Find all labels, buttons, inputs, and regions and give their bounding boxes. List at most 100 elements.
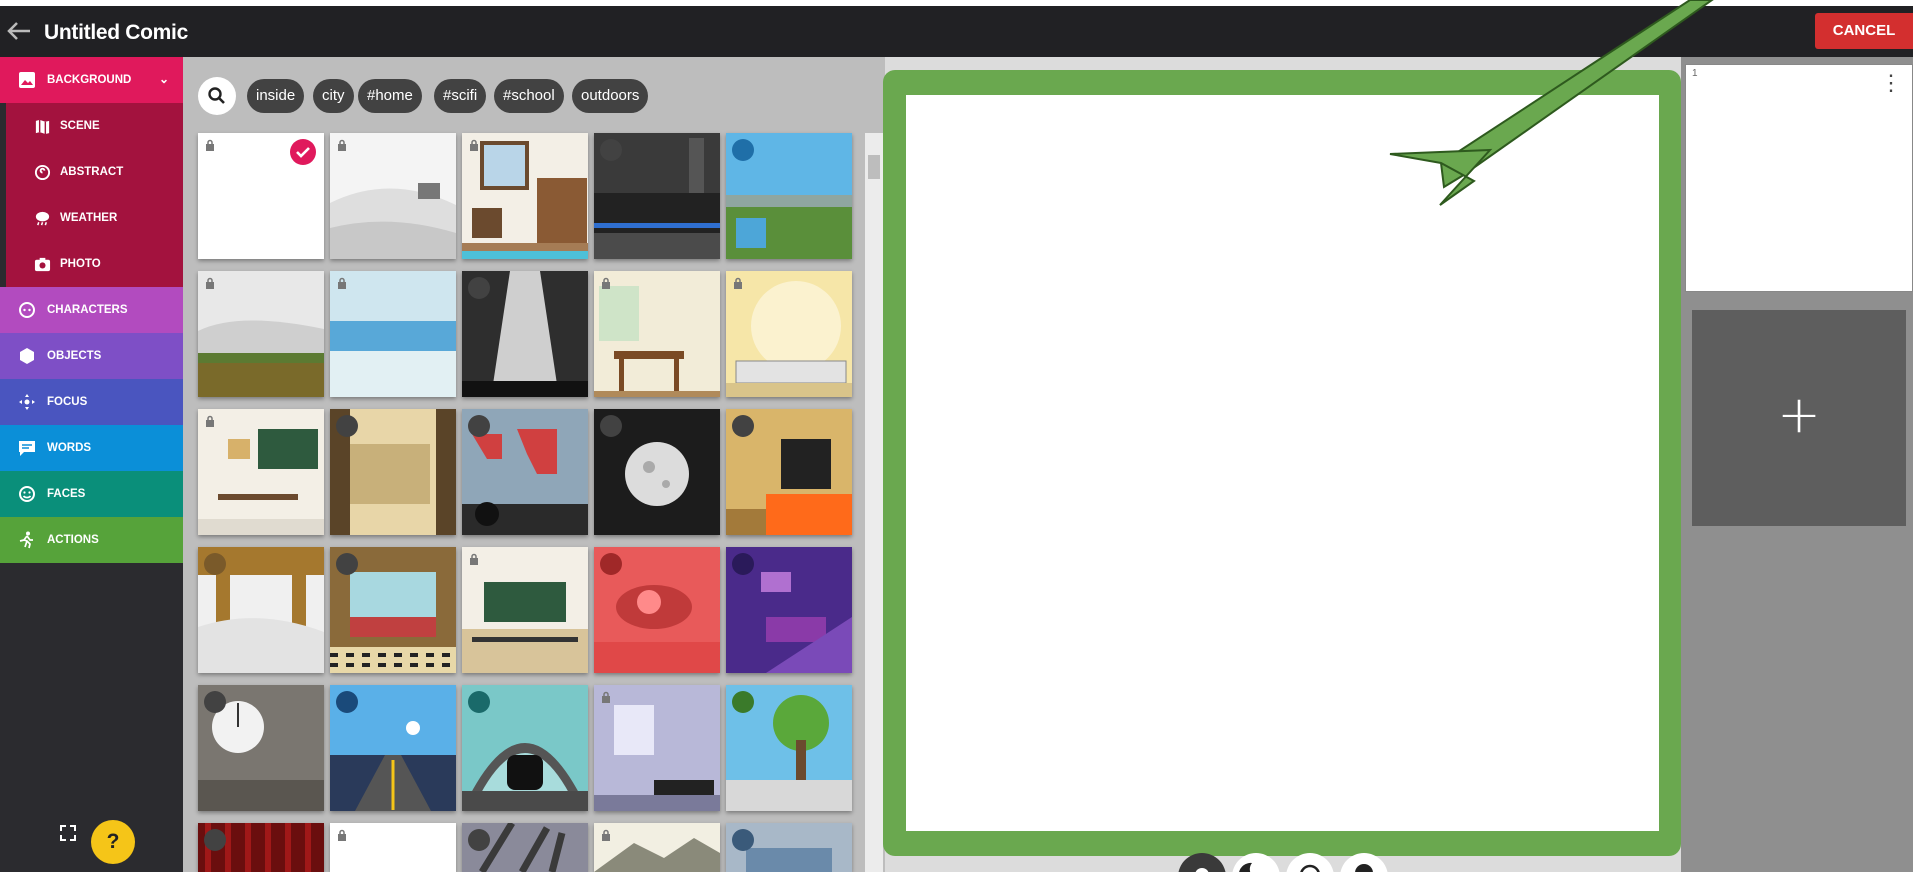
- nav-actions-label: ACTIONS: [47, 534, 99, 546]
- lock-icon: [602, 691, 610, 703]
- add-panel-button[interactable]: +: [1692, 310, 1906, 526]
- background-library: inside city #home #scifi #school outdoor…: [183, 57, 885, 872]
- lock-icon: [206, 139, 214, 151]
- page-thumbnail[interactable]: [1685, 64, 1913, 292]
- comic-title[interactable]: Untitled Comic: [44, 21, 188, 45]
- back-arrow-icon[interactable]: [6, 20, 32, 42]
- brightness-icon[interactable]: [1178, 853, 1226, 872]
- background-thumbnail[interactable]: [726, 133, 852, 259]
- tag-home[interactable]: #home: [358, 79, 422, 113]
- lock-icon: [338, 829, 346, 841]
- app-header: Untitled Comic CANCEL: [0, 6, 1913, 57]
- lock-icon: [206, 415, 214, 427]
- background-thumbnail[interactable]: [330, 271, 456, 397]
- nav-scene[interactable]: SCENE: [6, 103, 183, 149]
- character-face-icon: [19, 302, 35, 318]
- background-thumbnail[interactable]: [726, 823, 852, 872]
- lock-icon: [204, 553, 226, 575]
- nav-actions[interactable]: ACTIONS: [0, 517, 183, 563]
- background-thumbnail[interactable]: [594, 271, 720, 397]
- nav-weather[interactable]: WEATHER: [6, 195, 183, 241]
- lock-icon: [600, 553, 622, 575]
- background-thumbnail[interactable]: [726, 685, 852, 811]
- cancel-button[interactable]: CANCEL: [1815, 13, 1913, 49]
- nav-characters[interactable]: CHARACTERS: [0, 287, 183, 333]
- lock-icon: [206, 277, 214, 289]
- nav-background-label: BACKGROUND: [47, 74, 132, 86]
- night-mode-icon[interactable]: [1232, 853, 1280, 872]
- background-thumbnail[interactable]: [726, 547, 852, 673]
- nav-background[interactable]: BACKGROUND ⌄: [0, 57, 183, 103]
- time-icon[interactable]: [1286, 853, 1334, 872]
- background-thumbnail[interactable]: [594, 823, 720, 872]
- nav-objects-label: OBJECTS: [47, 350, 102, 362]
- tag-inside[interactable]: inside: [247, 79, 305, 113]
- fullscreen-icon[interactable]: [58, 823, 78, 843]
- nav-weather-label: WEATHER: [60, 212, 118, 224]
- background-thumbnail[interactable]: [594, 409, 720, 535]
- nav-characters-label: CHARACTERS: [47, 304, 128, 316]
- background-thumbnail[interactable]: [330, 409, 456, 535]
- background-thumbnail[interactable]: [198, 823, 324, 872]
- tag-scifi[interactable]: #scifi: [434, 79, 487, 113]
- lock-icon: [468, 277, 490, 299]
- help-button[interactable]: ?: [91, 820, 135, 864]
- lock-icon: [732, 415, 754, 437]
- tag-outdoors[interactable]: outdoors: [572, 79, 649, 113]
- background-thumbnail[interactable]: [330, 547, 456, 673]
- tag-school[interactable]: #school: [494, 79, 564, 113]
- search-button[interactable]: [198, 77, 236, 115]
- search-icon: [208, 87, 225, 104]
- lock-icon: [732, 139, 754, 161]
- background-thumbnail[interactable]: [462, 685, 588, 811]
- spiral-icon: [34, 164, 51, 180]
- palette-icon[interactable]: [1340, 853, 1388, 872]
- background-thumbnail[interactable]: [198, 685, 324, 811]
- background-thumbnail[interactable]: [462, 271, 588, 397]
- tag-city[interactable]: city: [313, 79, 354, 113]
- background-thumbnail[interactable]: [462, 133, 588, 259]
- image-icon: [19, 72, 35, 88]
- nav-photo[interactable]: PHOTO: [6, 241, 183, 287]
- background-thumbnail[interactable]: [594, 133, 720, 259]
- lock-icon: [600, 139, 622, 161]
- nav-objects[interactable]: OBJECTS: [0, 333, 183, 379]
- background-thumbnail[interactable]: [198, 133, 324, 259]
- storm-cloud-icon: [35, 211, 50, 225]
- map-icon: [35, 119, 50, 134]
- lock-icon: [336, 691, 358, 713]
- background-thumbnail[interactable]: [726, 271, 852, 397]
- background-thumbnail[interactable]: [330, 685, 456, 811]
- background-thumbnail[interactable]: [594, 547, 720, 673]
- running-person-icon: [19, 531, 33, 549]
- nav-scene-label: SCENE: [60, 120, 100, 132]
- scrollbar-thumb[interactable]: [868, 155, 880, 179]
- nav-words[interactable]: WORDS: [0, 425, 183, 471]
- background-thumbnail[interactable]: [462, 823, 588, 872]
- lock-icon: [468, 415, 490, 437]
- lock-icon: [734, 277, 742, 289]
- background-thumbnail[interactable]: [198, 271, 324, 397]
- comic-panel[interactable]: [906, 95, 1659, 831]
- background-thumbnail[interactable]: [330, 823, 456, 872]
- background-thumbnail[interactable]: [198, 409, 324, 535]
- smiley-icon: [19, 486, 35, 502]
- lock-icon: [602, 277, 610, 289]
- background-thumbnail[interactable]: [198, 547, 324, 673]
- lock-icon: [338, 277, 346, 289]
- background-thumbnail[interactable]: [462, 409, 588, 535]
- background-thumbnail[interactable]: [726, 409, 852, 535]
- more-vert-icon[interactable]: ⋮: [1880, 72, 1902, 94]
- nav-focus[interactable]: FOCUS: [0, 379, 183, 425]
- nav-faces[interactable]: FACES: [0, 471, 183, 517]
- library-scrollbar[interactable]: [865, 133, 883, 872]
- background-thumbnail[interactable]: [330, 133, 456, 259]
- nav-abstract[interactable]: ABSTRACT: [6, 149, 183, 195]
- lock-icon: [602, 829, 610, 841]
- lock-icon: [732, 553, 754, 575]
- nav-words-label: WORDS: [47, 442, 92, 454]
- chevron-down-icon: ⌄: [159, 72, 170, 86]
- background-thumbnail[interactable]: [462, 547, 588, 673]
- lock-icon: [336, 553, 358, 575]
- background-thumbnail[interactable]: [594, 685, 720, 811]
